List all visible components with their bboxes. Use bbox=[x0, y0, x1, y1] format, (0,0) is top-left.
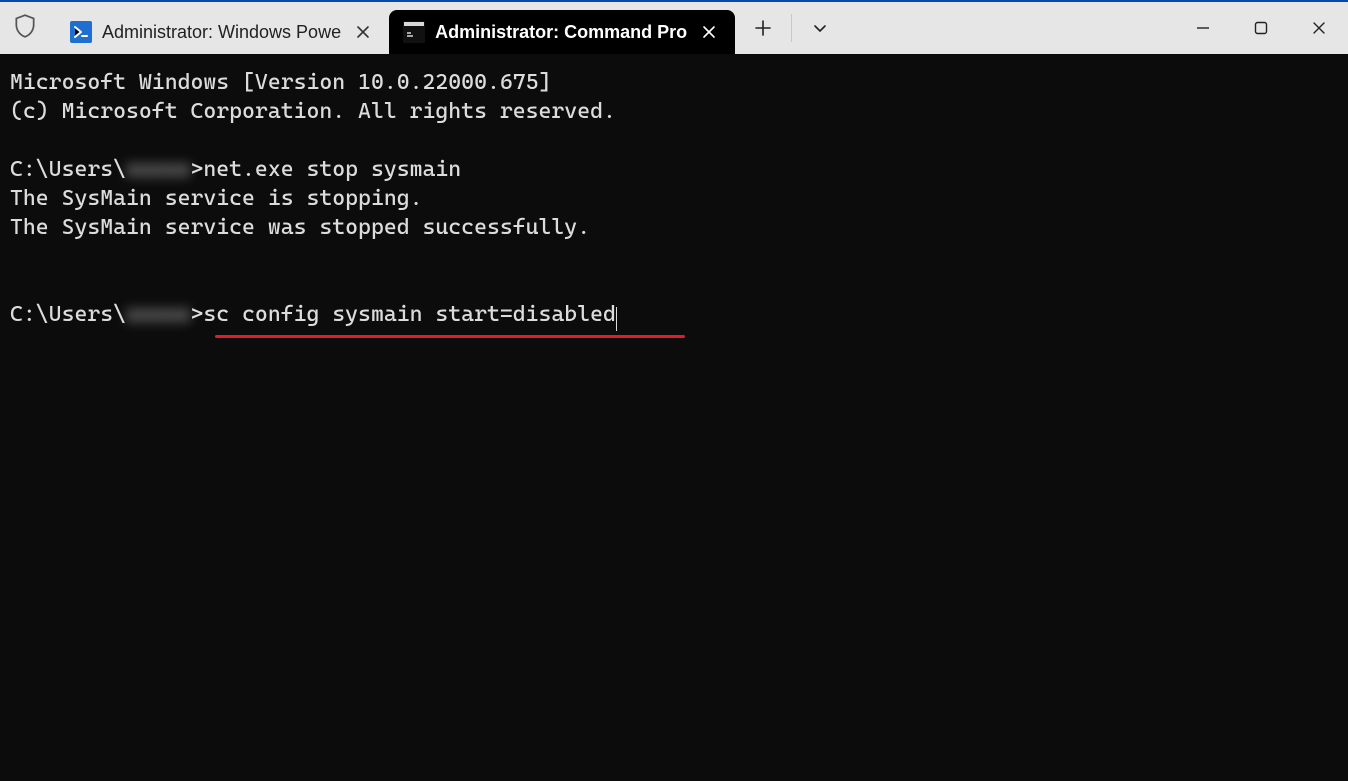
banner-line: Microsoft Windows [Version 10.0.22000.67… bbox=[10, 70, 551, 95]
banner-line: (c) Microsoft Corporation. All rights re… bbox=[10, 99, 616, 124]
title-bar: Administrator: Windows Powe Administrato… bbox=[0, 0, 1348, 54]
tab-actions bbox=[735, 2, 848, 54]
redacted-username: xxxxx bbox=[126, 300, 190, 329]
prompt-gt: > bbox=[190, 302, 203, 327]
tab-close-button[interactable] bbox=[351, 20, 375, 44]
app-window: Administrator: Windows Powe Administrato… bbox=[0, 0, 1348, 781]
cmd-icon bbox=[403, 21, 425, 43]
new-tab-button[interactable] bbox=[735, 2, 791, 54]
title-bar-spacer bbox=[848, 2, 1174, 54]
prompt-path: C:\Users\ bbox=[10, 157, 126, 182]
command-2: sc config sysmain start=disabled bbox=[203, 302, 616, 327]
tab-label: Administrator: Command Pro bbox=[435, 22, 687, 43]
tab-close-button[interactable] bbox=[697, 20, 721, 44]
prompt-gt: > bbox=[190, 157, 203, 182]
terminal-pane[interactable]: Microsoft Windows [Version 10.0.22000.67… bbox=[0, 54, 1348, 781]
terminal-output: Microsoft Windows [Version 10.0.22000.67… bbox=[10, 68, 1338, 329]
tab-command-prompt[interactable]: Administrator: Command Pro bbox=[389, 10, 735, 54]
text-cursor bbox=[616, 307, 617, 331]
tab-dropdown-button[interactable] bbox=[792, 2, 848, 54]
window-controls bbox=[1174, 2, 1348, 54]
maximize-button[interactable] bbox=[1232, 2, 1290, 54]
title-bar-left bbox=[0, 2, 38, 54]
redacted-username: xxxxx bbox=[126, 155, 190, 184]
output-line: The SysMain service was stopped successf… bbox=[10, 215, 590, 240]
command-1: net.exe stop sysmain bbox=[203, 157, 461, 182]
minimize-button[interactable] bbox=[1174, 2, 1232, 54]
powershell-icon bbox=[70, 21, 92, 43]
tab-label: Administrator: Windows Powe bbox=[102, 22, 341, 43]
tab-powershell[interactable]: Administrator: Windows Powe bbox=[56, 10, 389, 54]
prompt-path: C:\Users\ bbox=[10, 302, 126, 327]
shield-icon bbox=[12, 13, 38, 44]
annotation-underline bbox=[215, 335, 685, 338]
output-line: The SysMain service is stopping. bbox=[10, 186, 423, 211]
tab-strip: Administrator: Windows Powe Administrato… bbox=[38, 2, 735, 54]
close-window-button[interactable] bbox=[1290, 2, 1348, 54]
